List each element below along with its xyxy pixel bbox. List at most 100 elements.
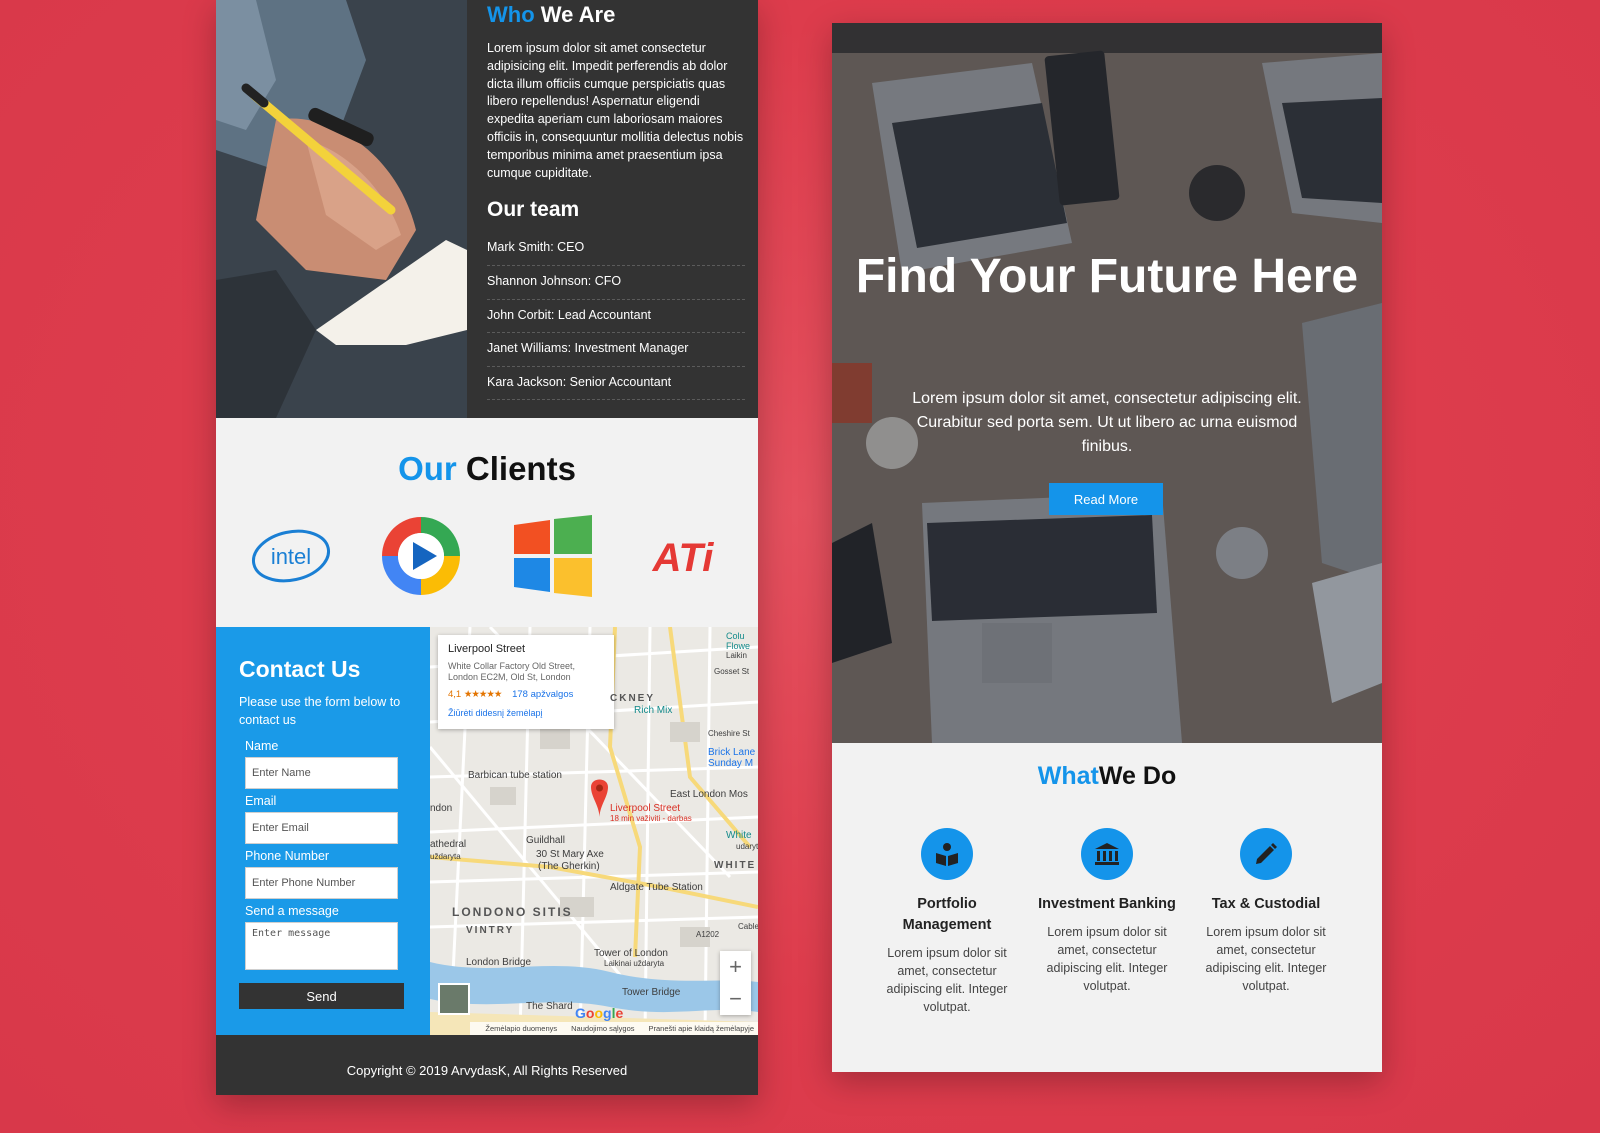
- title-rest: We Do: [1098, 762, 1177, 790]
- satellite-toggle[interactable]: [438, 983, 470, 1015]
- intel-logo-text: intel: [271, 544, 311, 569]
- map-label: Cheshire St: [708, 729, 750, 738]
- map-label: London Bridge: [466, 957, 532, 968]
- hero-title: Find Your Future Here: [855, 250, 1359, 303]
- writing-hand-photo: [216, 0, 467, 418]
- map-label: The Shard: [526, 1001, 573, 1012]
- hero-subtitle: Lorem ipsum dolor sit amet, consectetur …: [912, 390, 1302, 455]
- map-label: Barbican tube station: [468, 770, 562, 781]
- send-button[interactable]: Send: [239, 983, 404, 1009]
- map-label: Cable: [738, 922, 758, 931]
- message-label: Send a message: [245, 904, 339, 918]
- map-zoom-controls: + −: [720, 951, 751, 1015]
- map-label: Gosset St: [714, 667, 750, 676]
- map-label: Liverpool Street: [610, 803, 681, 814]
- place-rating: 4,1 ★★★★★ 178 apžvalgos: [448, 689, 604, 700]
- map-label: East London Mos: [670, 789, 748, 800]
- map-label: Laikinai uždaryta: [604, 959, 665, 968]
- title-rest: We Are: [534, 2, 616, 27]
- team-member: John Corbit: Lead Accountant: [487, 300, 745, 334]
- map-label: ndon: [430, 803, 453, 814]
- map-label: Aldgate Tube Station: [610, 882, 703, 893]
- copyright-text: Copyright © 2019 ArvydasK, All Rights Re…: [346, 1063, 628, 1078]
- team-member: Mark Smith: CEO: [487, 232, 745, 266]
- map-label: VINTRY: [466, 925, 515, 936]
- email-label: Email: [245, 794, 277, 808]
- bank-icon: [1081, 828, 1133, 880]
- zoom-out-button[interactable]: −: [720, 983, 751, 1015]
- windows-logo: [512, 515, 594, 597]
- map-label: Brick Lane: [708, 747, 756, 758]
- team-member: Janet Williams: Investment Manager: [487, 333, 745, 367]
- map-label: White: [726, 830, 752, 841]
- map-label: Rich Mix: [634, 705, 673, 716]
- name-label: Name: [245, 739, 279, 753]
- reviews-link[interactable]: 178 apžvalgos: [512, 689, 573, 700]
- who-we-are-text: Who We Are Lorem ipsum dolor sit amet co…: [487, 0, 745, 401]
- map-report-link[interactable]: Pranešti apie klaidą žemėlapyje: [649, 1024, 754, 1033]
- map-data-link[interactable]: Žemėlapio duomenys: [485, 1024, 557, 1033]
- map-label: Laikin: [726, 651, 747, 660]
- message-textarea[interactable]: [245, 922, 398, 970]
- ati-logo-text: ATi: [652, 536, 715, 580]
- contact-us-subtitle: Please use the form below to contact us: [239, 695, 401, 727]
- ati-logo: ATi: [642, 515, 724, 597]
- service-title: Investment Banking: [1038, 896, 1176, 912]
- left-mockup-card: Who We Are Lorem ipsum dolor sit amet co…: [216, 0, 758, 1095]
- place-title: Liverpool Street: [448, 643, 526, 655]
- map-label: Guildhall: [526, 835, 565, 846]
- team-list: Mark Smith: CEO Shannon Johnson: CFO Joh…: [487, 232, 745, 401]
- map-label: Tower of London: [594, 948, 668, 959]
- bigger-map-link[interactable]: Žiūrėti didesnį žemėlapį: [448, 708, 604, 718]
- rating-value: 4,1: [448, 689, 462, 700]
- map-label: Flowe: [726, 641, 751, 651]
- service-card: Portfolio Management Lorem ipsum dolor s…: [872, 828, 1022, 1016]
- book-reader-icon: [921, 828, 973, 880]
- left-footer: Copyright © 2019 ArvydasK, All Rights Re…: [216, 1035, 758, 1095]
- map-terms-link[interactable]: Naudojimo sąlygos: [571, 1024, 634, 1033]
- our-clients-section: Our Clients intel ATi: [216, 418, 758, 627]
- who-we-are-paragraph: Lorem ipsum dolor sit amet consectetur a…: [487, 41, 744, 180]
- phone-label: Phone Number: [245, 849, 330, 863]
- map-label: 30 St Mary Axe: [536, 849, 604, 860]
- map-label: Tower Bridge: [622, 987, 681, 998]
- map-label: LONDONO SITIS: [452, 905, 573, 919]
- service-text: Lorem ipsum dolor sit amet, consectetur …: [886, 946, 1008, 1014]
- service-card: Tax & Custodial Lorem ipsum dolor sit am…: [1191, 828, 1341, 995]
- map-place-card: Liverpool Street White Collar Factory Ol…: [438, 635, 614, 729]
- service-title: Portfolio Management: [902, 896, 992, 933]
- map-label: Sunday M: [708, 758, 754, 769]
- what-we-do-title: WhatWe Do: [832, 762, 1382, 791]
- service-title: Tax & Custodial: [1211, 896, 1321, 912]
- who-we-are-section: Who We Are Lorem ipsum dolor sit amet co…: [216, 0, 758, 418]
- contact-us-title: Contact Us: [239, 656, 361, 682]
- service-text: Lorem ipsum dolor sit amet, consectetur …: [1205, 925, 1327, 993]
- google-map[interactable]: Liverpool Street White Collar Factory Ol…: [430, 627, 758, 1035]
- our-team-title: Our team: [487, 198, 580, 222]
- map-label: athedral: [430, 839, 467, 850]
- contact-us-section: Contact Us Please use the form below to …: [216, 627, 430, 1035]
- hero-dark-overlay: [832, 23, 1382, 743]
- place-address: White Collar Factory Old Street, London …: [448, 661, 576, 682]
- phone-input[interactable]: [245, 867, 398, 899]
- map-label: Colu: [726, 631, 745, 641]
- title-accent-word: Who: [487, 2, 535, 27]
- pencil-icon: [1240, 828, 1292, 880]
- service-text: Lorem ipsum dolor sit amet, consectetur …: [1046, 925, 1168, 993]
- name-input[interactable]: [245, 757, 398, 789]
- map-label: udarytas: [736, 842, 758, 851]
- google-logo: Google: [575, 1005, 624, 1021]
- hero-section: Find Your Future Here Lorem ipsum dolor …: [832, 23, 1382, 743]
- email-input[interactable]: [245, 812, 398, 844]
- team-member: Shannon Johnson: CFO: [487, 266, 745, 300]
- map-label: CKNEY: [610, 693, 656, 704]
- title-rest: Clients: [456, 450, 576, 487]
- zoom-in-button[interactable]: +: [720, 951, 751, 983]
- read-more-button[interactable]: Read More: [1049, 483, 1163, 515]
- service-card: Investment Banking Lorem ipsum dolor sit…: [1032, 828, 1182, 995]
- map-label: uždaryta: [430, 852, 461, 861]
- media-player-logo: [380, 515, 462, 597]
- title-accent-word: What: [1037, 762, 1099, 790]
- intel-logo: intel: [250, 515, 332, 597]
- our-clients-title: Our Clients: [216, 450, 758, 488]
